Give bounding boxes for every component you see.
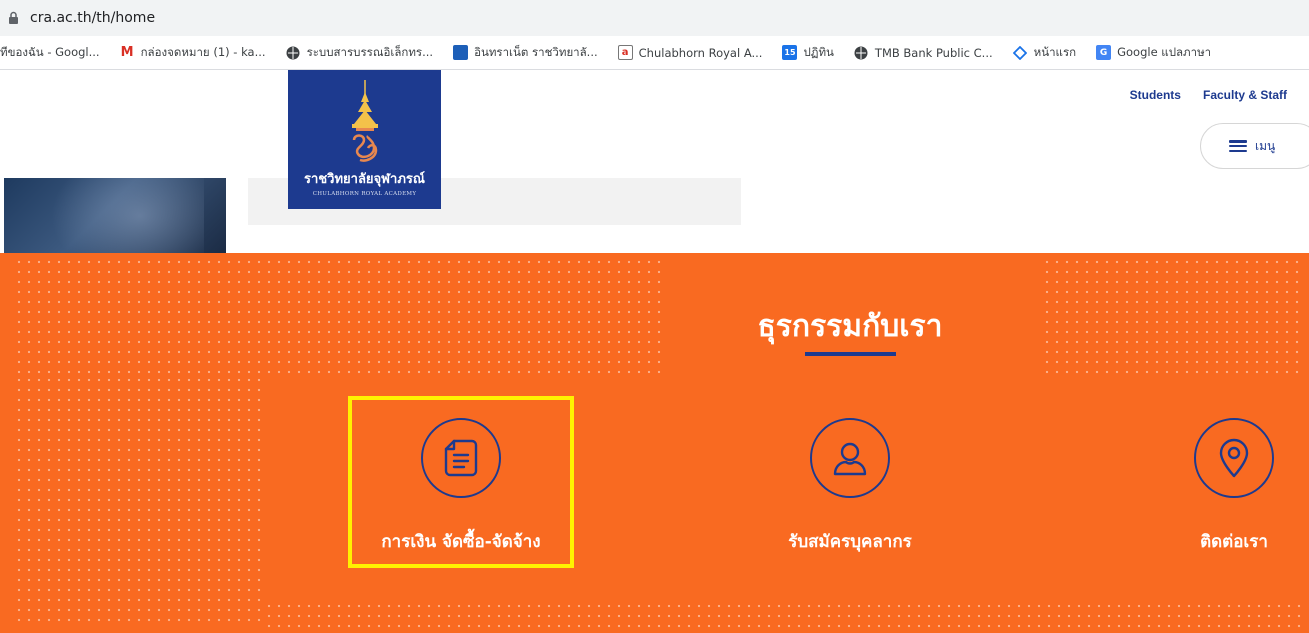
bookmark-label: Chulabhorn Royal A...	[638, 45, 763, 60]
bookmark-label: หน้าแรก	[1033, 44, 1077, 59]
site-logo[interactable]: ราชวิทยาลัยจุฬาภรณ์ CHULABHORN ROYAL ACA…	[288, 70, 441, 209]
calendar-icon: 15	[782, 45, 798, 60]
link-students[interactable]: Students	[1130, 88, 1181, 102]
bookmarks-bar: ทีของฉัน - Googl... M กล่องจดหมาย (1) - …	[0, 36, 1309, 70]
bookmark-item[interactable]: ทีของฉัน - Googl...	[0, 44, 100, 62]
logo-thai-name: ราชวิทยาลัยจุฬาภรณ์	[304, 172, 425, 187]
bookmark-item[interactable]: อินทราเน็ต ราชวิทยาลั...	[453, 44, 598, 62]
bookmark-label: ปฏิทิน	[803, 44, 834, 59]
menu-button[interactable]: เมนู	[1200, 123, 1309, 169]
services-section: ธุรกรรมกับเรา การเงิน จัดซื้อ-จัดจ้าง รั…	[0, 253, 1309, 633]
menu-label: เมนู	[1255, 138, 1276, 153]
service-label: รับสมัครบุคลากร	[788, 532, 912, 552]
top-links: Students Faculty & Staff	[1130, 88, 1287, 102]
service-label: ติดต่อเรา	[1200, 532, 1268, 552]
user-icon	[810, 418, 890, 498]
service-contact[interactable]: ติดต่อเรา	[1134, 418, 1309, 555]
bookmark-label: อินทราเน็ต ราชวิทยาลั...	[474, 44, 598, 59]
dot-pattern	[14, 257, 664, 375]
highlight-box	[348, 396, 574, 568]
bookmark-label: กล่องจดหมาย (1) - ka...	[140, 44, 266, 59]
url-text[interactable]: cra.ac.th/th/home	[30, 10, 155, 26]
link-faculty-staff[interactable]: Faculty & Staff	[1203, 88, 1287, 102]
bookmark-item[interactable]: M กล่องจดหมาย (1) - ka...	[120, 44, 266, 62]
translate-icon: G	[1096, 45, 1112, 60]
globe-icon	[286, 45, 301, 60]
bookmark-item[interactable]: 15 ปฏิทิน	[782, 44, 834, 62]
academy-icon: a	[617, 45, 633, 60]
intranet-icon	[453, 45, 469, 60]
bookmark-item[interactable]: TMB Bank Public C...	[854, 45, 993, 60]
lock-icon	[8, 11, 20, 25]
title-underline	[805, 352, 896, 356]
bookmark-label: ทีของฉัน - Googl...	[0, 44, 100, 59]
dot-pattern	[264, 601, 1304, 629]
logo-english-name: CHULABHORN ROYAL ACADEMY	[312, 191, 417, 197]
service-recruitment[interactable]: รับสมัครบุคลากร	[750, 418, 950, 555]
bookmark-label: ระบบสารบรรณอิเล็กทร...	[306, 44, 434, 59]
bookmark-item[interactable]: หน้าแรก	[1013, 44, 1076, 62]
gmail-icon: M	[120, 45, 134, 60]
bookmark-label: Google แปลภาษา	[1117, 44, 1212, 59]
address-bar[interactable]: cra.ac.th/th/home	[0, 0, 1309, 36]
hamburger-icon	[1229, 140, 1247, 152]
site-header: ราชวิทยาลัยจุฬาภรณ์ CHULABHORN ROYAL ACA…	[0, 70, 1309, 253]
bookmark-label: TMB Bank Public C...	[874, 45, 993, 60]
bookmark-item[interactable]: ระบบสารบรรณอิเล็กทร...	[286, 44, 434, 62]
hero-image	[4, 178, 226, 253]
location-pin-icon	[1194, 418, 1274, 498]
crown-emblem-icon	[351, 80, 378, 162]
dot-pattern	[14, 375, 264, 625]
globe-icon	[854, 45, 869, 60]
drive-icon	[1013, 45, 1028, 60]
section-title: ธุรกรรมกับเรา	[757, 309, 943, 344]
bookmark-item[interactable]: a Chulabhorn Royal A...	[617, 45, 763, 60]
bookmark-item[interactable]: G Google แปลภาษา	[1096, 44, 1211, 62]
